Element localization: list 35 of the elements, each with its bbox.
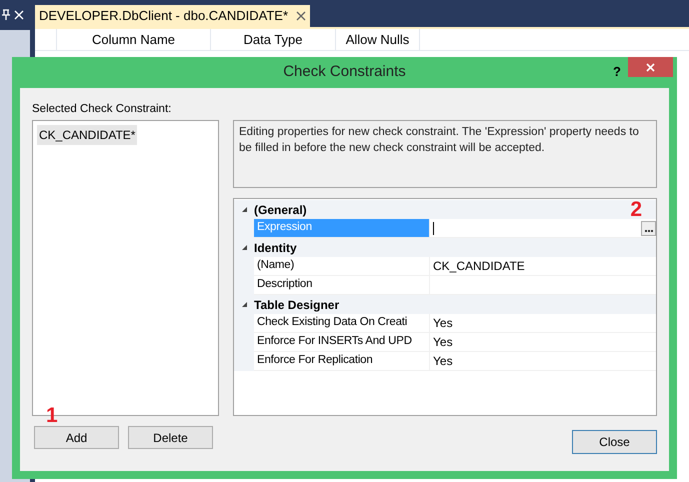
dialog-title: Check Constraints	[283, 62, 406, 82]
expander-icon[interactable]	[240, 206, 248, 213]
property-name[interactable]: Enforce For Replication	[254, 352, 430, 371]
delete-button[interactable]: Delete	[128, 426, 213, 449]
grid-gutter	[234, 352, 254, 371]
property-value[interactable]: Yes	[430, 333, 656, 352]
ellipsis-button[interactable]	[641, 221, 656, 236]
close-icon[interactable]	[296, 11, 306, 21]
add-button[interactable]: Add	[34, 426, 119, 449]
help-button[interactable]: ?	[613, 62, 621, 82]
list-item[interactable]: CK_CANDIDATE*	[37, 125, 138, 145]
category-label: (General)	[254, 202, 307, 218]
annotation-number: 1	[46, 403, 58, 429]
column-header: Column Name	[57, 29, 211, 50]
property-name[interactable]: Check Existing Data On Creati	[254, 314, 430, 333]
pin-icon[interactable]	[1, 9, 11, 21]
category-label: Identity	[254, 240, 297, 256]
column-header: Allow Nulls	[336, 29, 420, 50]
document-tab[interactable]: DEVELOPER.DbClient - dbo.CANDIDATE*	[35, 5, 310, 27]
property-name[interactable]: (Name)	[254, 257, 430, 276]
text-cursor	[433, 222, 434, 234]
close-dialog-button[interactable]: Close	[572, 430, 657, 454]
list-label: Selected Check Constraint:	[32, 102, 172, 117]
expander-icon[interactable]	[240, 301, 248, 308]
description-box: Editing properties for new check constraint. The 'Expression' property needs to be filled in before the new check constraint will be accepted.	[233, 120, 657, 188]
category-label: Table Designer	[254, 296, 340, 314]
annotation-number: 2	[630, 198, 642, 222]
column-header: Data Type	[211, 29, 336, 50]
property-value[interactable]: CK_CANDIDATE	[430, 257, 656, 276]
property-name[interactable]: Enforce For INSERTs And UPD	[254, 333, 430, 352]
expander-icon[interactable]	[240, 244, 248, 251]
property-value[interactable]: Yes	[430, 314, 656, 333]
property-value[interactable]: Yes	[430, 352, 656, 371]
close-button[interactable]	[628, 57, 673, 77]
close-icon	[646, 62, 655, 72]
